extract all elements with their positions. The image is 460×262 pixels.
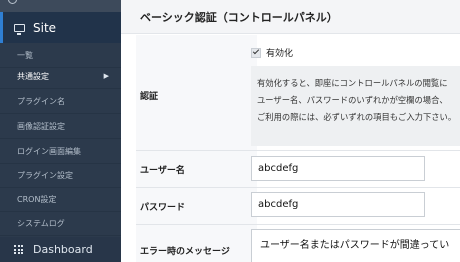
sidebar-item-captcha-settings[interactable]: 画像認証設定 [0,114,121,139]
auth-label: 認証 [140,92,159,102]
password-label: パスワード [140,203,186,213]
error-message-textarea[interactable]: ユーザー名またはパスワードが間違ってい [251,229,460,262]
sidebar-item-label: ログイン画面編集 [17,146,81,156]
row-divider [136,187,460,188]
sidebar-item-login-screen-edit[interactable]: ログイン画面編集 [0,139,121,164]
label-column [136,35,257,262]
enable-checkbox-row[interactable]: 有効化 [251,46,293,59]
sidebar-item-cron-settings[interactable]: CRON設定 [0,187,121,212]
enable-label: 有効化 [266,49,294,59]
sidebar-item-label: 共通設定 [17,71,49,81]
sidebar-search-bar[interactable] [0,0,121,12]
page-title: ベーシック認証（コントロールパネル） [121,0,460,34]
password-value: abcdefg [258,199,299,210]
help-text-box: 有効化すると、即座にコントロールパネルの閲覧に ユーザー名、パスワードのいずれか… [251,66,460,146]
checkmark-icon [252,47,260,55]
username-value: abcdefg [258,163,299,174]
help-line: ユーザー名、パスワードのいずれかが空欄の場合、 [257,95,448,105]
sidebar-site-label: Site [33,20,57,35]
password-field[interactable]: abcdefg [251,192,425,217]
sidebar-item-dashboard[interactable]: Dashboard [0,237,121,262]
monitor-icon [14,23,25,35]
sidebar-item-label: 画像認証設定 [17,121,65,131]
error-message-value: ユーザー名またはパスワードが間違ってい [260,240,450,251]
sidebar: Site 一覧 共通設定 ▶ プラグイン名 画像認証設定 ログイン画面編集 プラ… [0,0,121,262]
help-line: 有効化すると、即座にコントロールパネルの閲覧に [257,78,448,88]
sidebar-item-common-settings[interactable]: 共通設定 ▶ [0,64,121,89]
sidebar-dashboard-label: Dashboard [33,243,93,256]
sidebar-item-label: システムログ [17,218,65,228]
username-field[interactable]: abcdefg [251,156,425,181]
sidebar-item-label: プラグイン名 [17,96,65,106]
chevron-right-icon: ▶ [103,72,109,80]
row-divider [136,224,460,225]
help-line: ご利用の際には、必ずいずれの項目もご入力下さい。 [257,112,457,122]
sidebar-item-label: 一覧 [17,50,33,60]
sidebar-item-system-log[interactable]: システムログ [0,211,121,236]
sidebar-item-plugin-settings[interactable]: プラグイン設定 [0,163,121,188]
sidebar-item-plugin-name[interactable]: プラグイン名 [0,89,121,114]
username-label: ユーザー名 [140,166,185,176]
search-icon[interactable] [8,0,17,4]
enable-checkbox[interactable] [251,47,261,58]
grid-icon [14,245,23,254]
row-divider [136,150,460,151]
sidebar-section-site[interactable]: Site [0,12,121,43]
sidebar-item-label: CRON設定 [17,194,57,204]
sidebar-item-label: プラグイン設定 [17,170,73,180]
main-panel: ベーシック認証（コントロールパネル） 認証 有効化 有効化すると、即座にコントロ… [121,0,460,262]
error-message-label: エラー時のメッセージ [140,247,230,257]
